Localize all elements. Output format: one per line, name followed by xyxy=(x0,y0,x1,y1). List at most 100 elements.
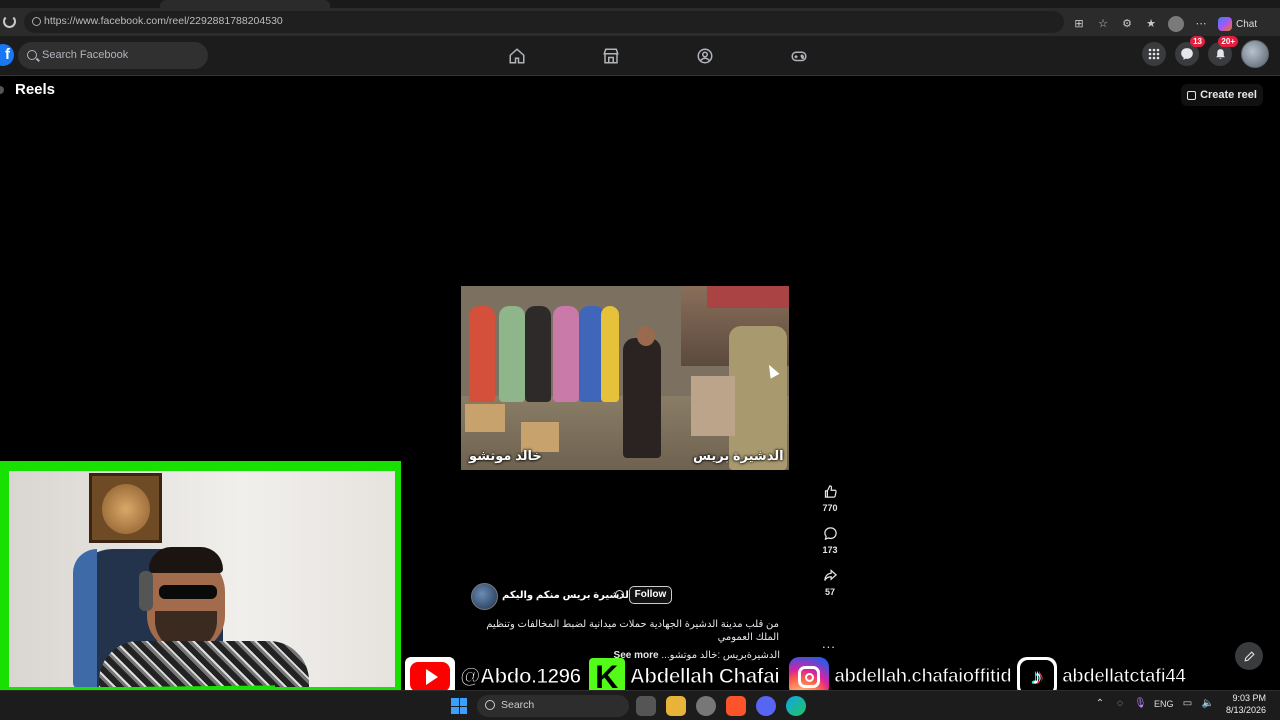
share-icon[interactable] xyxy=(819,564,841,586)
groups-tab[interactable] xyxy=(658,36,752,76)
taskbar-search-label: Search xyxy=(501,699,535,711)
task-view-icon[interactable] xyxy=(636,696,656,716)
comment-count: 173 xyxy=(822,545,838,555)
messenger-icon xyxy=(1181,48,1193,60)
globe-icon xyxy=(615,590,624,599)
favorites-icon[interactable]: ★ xyxy=(1144,17,1158,31)
author-name[interactable]: الدشيرة بريس منكم واليكم xyxy=(502,590,632,601)
messenger-button[interactable]: 13 xyxy=(1175,36,1205,66)
windows-start-icon[interactable] xyxy=(451,698,467,714)
webcam-streamer-hair xyxy=(149,547,223,573)
more-icon[interactable]: ⋯ xyxy=(1194,17,1208,31)
search-placeholder: Search Facebook xyxy=(42,49,129,61)
url-text[interactable]: https://www.facebook.com/reel/2292881788… xyxy=(44,15,283,27)
site-info-icon[interactable] xyxy=(32,17,41,26)
copilot-icon xyxy=(1218,17,1232,31)
url-field[interactable]: https://www.facebook.com/reel/2292881788… xyxy=(24,11,1064,33)
copilot-button[interactable]: Chat xyxy=(1218,17,1257,31)
webcam-painting xyxy=(89,473,162,543)
bell-icon xyxy=(1215,48,1225,59)
video-scene-dress xyxy=(525,306,551,402)
video-caption-left: خالد موتشو xyxy=(469,448,542,463)
video-scene-box xyxy=(465,404,505,432)
language-indicator[interactable]: ENG xyxy=(1154,699,1174,709)
nav-right-actions: 13 20+ xyxy=(1142,36,1269,68)
active-tab[interactable] xyxy=(160,0,330,8)
video-scene-dress xyxy=(553,306,579,402)
split-screen-icon[interactable]: ⊞ xyxy=(1072,17,1086,31)
video-scene-person xyxy=(623,338,661,458)
tiktok-handle: abdellatctafi44 xyxy=(1062,666,1187,688)
extensions-icon[interactable]: ⚙ xyxy=(1120,17,1134,31)
reload-icon[interactable] xyxy=(3,15,16,28)
comment-action[interactable]: 173 xyxy=(816,522,844,555)
discord-icon[interactable] xyxy=(756,696,776,716)
display-icon[interactable]: ▭ xyxy=(1182,698,1194,710)
compose-icon xyxy=(1243,650,1255,662)
webcam-sunglasses xyxy=(159,585,217,599)
home-icon xyxy=(509,48,525,64)
edge-icon[interactable] xyxy=(786,696,806,716)
volume-icon[interactable]: 🔈 xyxy=(1202,698,1214,710)
back-button[interactable] xyxy=(0,86,4,94)
home-tab[interactable] xyxy=(470,36,564,76)
like-count: 770 xyxy=(822,503,838,513)
profile-icon[interactable] xyxy=(1168,16,1184,32)
share-action[interactable]: 57 xyxy=(816,564,844,597)
notifications-badge: 20+ xyxy=(1218,36,1238,47)
comment-icon[interactable] xyxy=(819,522,841,544)
like-icon[interactable] xyxy=(819,480,841,502)
reel-action-rail: 770 173 57 xyxy=(816,480,844,606)
share-count: 57 xyxy=(824,587,835,597)
like-action[interactable]: 770 xyxy=(816,480,844,513)
network-tray-icon[interactable]: ◌ xyxy=(1114,698,1126,710)
browser-address-bar: https://www.facebook.com/reel/2292881788… xyxy=(0,8,1280,36)
facebook-logo[interactable]: f xyxy=(0,44,14,66)
chevron-up-icon[interactable]: ⌃ xyxy=(1094,698,1106,710)
taskbar-search-icon xyxy=(485,700,495,710)
clock-date: 8/13/2026 xyxy=(1225,705,1266,715)
author-avatar[interactable] xyxy=(471,583,498,610)
gaming-tab[interactable] xyxy=(752,36,846,76)
reel-caption: من قلب مدينة الدشيرة الجهادية حملات ميدا… xyxy=(486,619,779,643)
marketplace-tab[interactable] xyxy=(564,36,658,76)
menu-button[interactable] xyxy=(1142,42,1166,66)
webcam-chair-trim xyxy=(73,549,97,687)
groups-icon xyxy=(697,48,713,64)
new-message-button[interactable] xyxy=(1235,642,1263,670)
more-options-icon[interactable]: ... xyxy=(822,636,836,651)
browser-tab-strip xyxy=(0,0,1280,8)
webcam-shirt xyxy=(99,641,309,687)
brave-icon[interactable] xyxy=(726,696,746,716)
nav-center-tabs xyxy=(470,36,846,76)
create-reel-button[interactable]: Create reel xyxy=(1181,84,1263,106)
marketplace-icon xyxy=(603,48,619,64)
webcam-headset xyxy=(139,571,153,611)
reel-video[interactable]: خالد موتشو الدشيرة بريس xyxy=(461,286,789,470)
taskbar-clock[interactable]: 9:03 PM 8/13/2026 xyxy=(1222,692,1266,716)
video-scene-awning xyxy=(707,286,789,308)
painting-lion xyxy=(102,484,150,534)
file-explorer-icon[interactable] xyxy=(666,696,686,716)
messenger-badge: 13 xyxy=(1190,36,1205,47)
video-scene-head xyxy=(637,326,655,346)
webcam-feed xyxy=(9,471,395,687)
microphone-icon[interactable]: 🎙 xyxy=(1134,698,1147,710)
settings-icon[interactable] xyxy=(696,696,716,716)
clock-time: 9:03 PM xyxy=(1232,693,1266,703)
search-icon xyxy=(27,50,37,60)
reel-author: الدشيرة بريس منكم واليكم Follow xyxy=(471,582,781,610)
create-reel-label: Create reel xyxy=(1200,89,1257,101)
menu-grid-icon xyxy=(1148,48,1160,60)
create-reel-icon xyxy=(1187,90,1197,100)
facebook-search-input[interactable]: Search Facebook xyxy=(18,42,208,69)
system-tray: ⌃ ◌ 🎙 ENG ▭ 🔈 xyxy=(1094,698,1214,710)
account-avatar[interactable] xyxy=(1241,40,1269,68)
video-scene-table xyxy=(691,376,735,436)
star-icon[interactable]: ☆ xyxy=(1096,17,1110,31)
browser-toolbar: ⊞ ☆ ⚙ ★ ⋯ Chat xyxy=(1072,16,1257,32)
follow-button[interactable]: Follow xyxy=(629,586,672,604)
taskbar-search[interactable]: Search xyxy=(477,695,629,717)
notifications-button[interactable]: 20+ xyxy=(1208,36,1238,66)
facebook-top-nav: f Search Facebook 13 20+ xyxy=(0,36,1280,76)
